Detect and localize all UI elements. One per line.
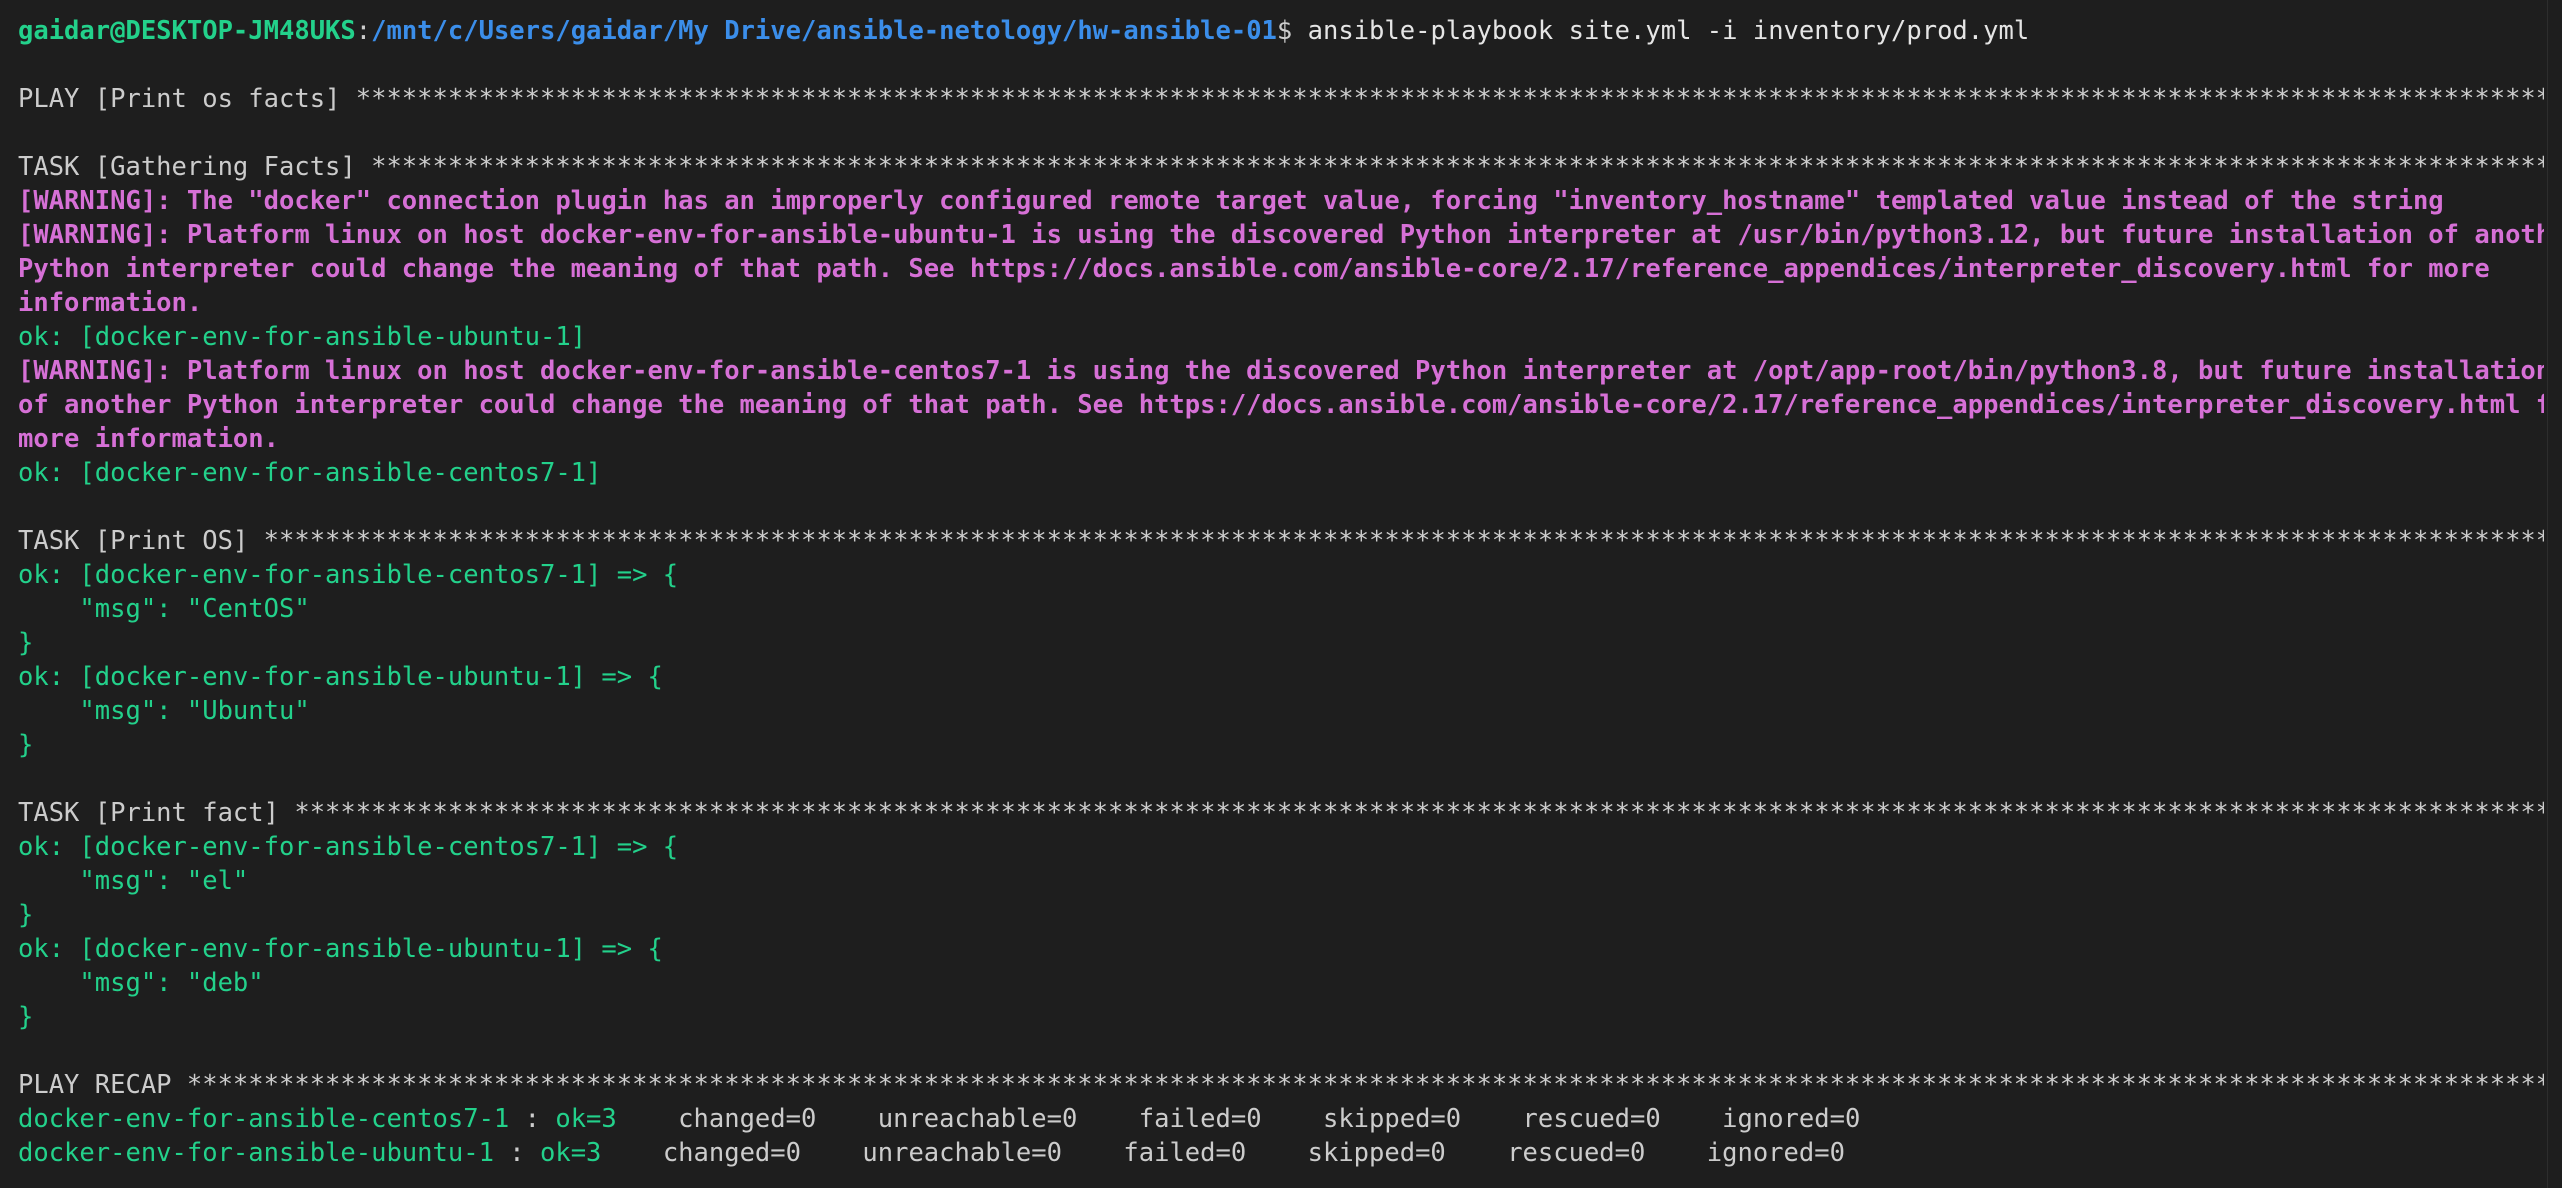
command-prompt-line: gaidar@DESKTOP-JM48UKS:/mnt/c/Users/gaid… xyxy=(18,14,2544,48)
print-os-centos-open: ok: [docker-env-for-ansible-centos7-1] =… xyxy=(18,560,679,590)
recap-centos-sep: : xyxy=(509,1104,556,1134)
warning-centos-interpreter-line-2: of another Python interpreter could chan… xyxy=(18,390,2544,420)
warning-ubuntu-interpreter-line-2: Python interpreter could change the mean… xyxy=(18,254,2490,284)
warning-centos-interpreter-line-1: [WARNING]: Platform linux on host docker… xyxy=(18,356,2544,386)
print-fact-centos-open: ok: [docker-env-for-ansible-centos7-1] =… xyxy=(18,832,679,862)
recap-centos-ok: ok=3 xyxy=(555,1104,617,1134)
play-header: PLAY [Print os facts] ******************… xyxy=(18,84,2544,114)
recap-centos-host: docker-env-for-ansible-centos7-1 xyxy=(18,1104,510,1134)
print-os-centos-close: } xyxy=(18,628,34,658)
play-recap-header: PLAY RECAP *****************************… xyxy=(18,1070,2544,1100)
print-fact-centos-msg: "msg": "el" xyxy=(18,866,249,896)
vertical-scrollbar[interactable] xyxy=(2547,0,2562,1188)
print-fact-centos-close: } xyxy=(18,900,34,930)
warning-centos-interpreter-line-3: more information. xyxy=(18,424,279,454)
print-os-ubuntu-close: } xyxy=(18,730,34,760)
recap-ubuntu-ok: ok=3 xyxy=(539,1138,602,1168)
recap-row-centos: docker-env-for-ansible-centos7-1 : ok=3 … xyxy=(18,1102,2544,1136)
print-os-centos-msg: "msg": "CentOS" xyxy=(18,594,310,624)
recap-ubuntu-host: docker-env-for-ansible-ubuntu-1 xyxy=(18,1138,494,1168)
recap-row-ubuntu: docker-env-for-ansible-ubuntu-1 : ok=3 c… xyxy=(18,1136,2544,1170)
prompt-colon: : xyxy=(355,16,372,46)
prompt-user-host: gaidar@DESKTOP-JM48UKS xyxy=(18,16,356,46)
terminal-window[interactable]: gaidar@DESKTOP-JM48UKS:/mnt/c/Users/gaid… xyxy=(0,0,2562,1188)
ok-centos-gather: ok: [docker-env-for-ansible-centos7-1] xyxy=(18,458,602,488)
warning-docker-plugin: [WARNING]: The "docker" connection plugi… xyxy=(18,186,2444,216)
recap-ubuntu-sep: : xyxy=(493,1138,540,1168)
warning-ubuntu-interpreter-line-1: [WARNING]: Platform linux on host docker… xyxy=(18,220,2544,250)
print-os-ubuntu-open: ok: [docker-env-for-ansible-ubuntu-1] =>… xyxy=(18,662,663,692)
warning-ubuntu-interpreter-line-3: information. xyxy=(18,288,203,318)
print-fact-ubuntu-close: } xyxy=(18,1002,34,1032)
print-fact-ubuntu-open: ok: [docker-env-for-ansible-ubuntu-1] =>… xyxy=(18,934,663,964)
print-fact-ubuntu-msg: "msg": "deb" xyxy=(18,968,264,998)
task-print-os-header: TASK [Print OS] ************************… xyxy=(18,526,2544,556)
task-print-fact-header: TASK [Print fact] **********************… xyxy=(18,798,2544,828)
recap-centos-stats: changed=0 unreachable=0 failed=0 skipped… xyxy=(616,1104,1861,1134)
task-gathering-facts-header: TASK [Gathering Facts] *****************… xyxy=(18,152,2544,182)
recap-ubuntu-stats: changed=0 unreachable=0 failed=0 skipped… xyxy=(601,1138,1845,1168)
prompt-dollar: $ xyxy=(1276,16,1293,46)
print-os-ubuntu-msg: "msg": "Ubuntu" xyxy=(18,696,310,726)
command-text: ansible-playbook site.yml -i inventory/p… xyxy=(1292,16,2030,46)
prompt-path: /mnt/c/Users/gaidar/My Drive/ansible-net… xyxy=(371,16,1277,46)
ok-ubuntu-gather: ok: [docker-env-for-ansible-ubuntu-1] xyxy=(18,322,587,352)
